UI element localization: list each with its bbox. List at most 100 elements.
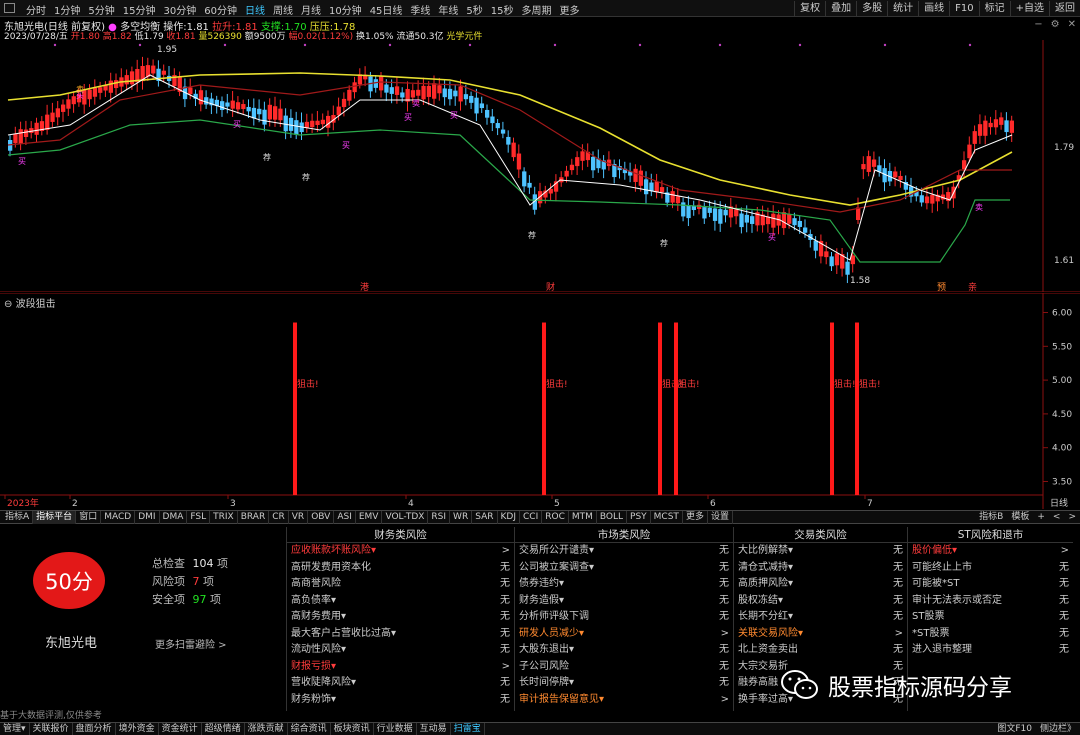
indicator-tab[interactable]: 窗口 bbox=[76, 511, 102, 524]
more-scan-link[interactable]: 更多扫雷避险 > bbox=[155, 636, 227, 651]
period-tab[interactable]: 60分钟 bbox=[200, 2, 241, 17]
risk-item[interactable]: 研发人员减少▾ > bbox=[515, 626, 733, 643]
period-tab[interactable]: 10分钟 bbox=[325, 2, 366, 17]
risk-item[interactable]: 审计无法表示或否定 无 bbox=[908, 593, 1073, 610]
risk-item[interactable]: 进入退市整理 无 bbox=[908, 642, 1073, 659]
indicator-tab[interactable]: BOLL bbox=[597, 511, 628, 524]
risk-item[interactable]: 高负债率▾ 无 bbox=[287, 593, 514, 610]
event-label[interactable]: 港 bbox=[360, 281, 369, 292]
period-tab[interactable]: 30分钟 bbox=[159, 2, 200, 17]
indicator-bar-control[interactable]: 模板 bbox=[1011, 511, 1029, 524]
indicator-tab[interactable]: TRIX bbox=[210, 511, 238, 524]
risk-item[interactable]: 审计报告保留意见▾ > bbox=[515, 692, 733, 709]
risk-item[interactable]: 财报亏损▾ > bbox=[287, 659, 514, 676]
indicator-tab[interactable]: DMA bbox=[160, 511, 188, 524]
indicator-tab[interactable]: WR bbox=[450, 511, 473, 524]
indicator-tab[interactable]: FSL bbox=[187, 511, 211, 524]
indicator-tab[interactable]: ROC bbox=[542, 511, 569, 524]
event-label[interactable]: 财 bbox=[546, 281, 555, 292]
indicator-tab[interactable]: CR bbox=[269, 511, 289, 524]
bottom-tab[interactable]: 超级情绪 bbox=[202, 723, 245, 735]
risk-item[interactable]: 股权冻结▾ 无 bbox=[734, 593, 907, 610]
risk-item[interactable]: 大比例解禁▾ 无 bbox=[734, 543, 907, 560]
risk-item[interactable]: 股价偏低▾ > bbox=[908, 543, 1073, 560]
indicator-bar-control[interactable]: 指标B bbox=[979, 511, 1003, 524]
indicator-tab[interactable]: 设置 bbox=[708, 511, 733, 524]
tool-button[interactable]: 复权 bbox=[794, 1, 825, 16]
risk-item[interactable]: 高财务费用▾ 无 bbox=[287, 609, 514, 626]
indicator-tab[interactable]: 更多 bbox=[683, 511, 708, 524]
risk-item[interactable]: 债券违约▾ 无 bbox=[515, 576, 733, 593]
indicator-tab[interactable]: ASI bbox=[334, 511, 356, 524]
risk-item[interactable]: 高质押风险▾ 无 bbox=[734, 576, 907, 593]
indicator-tab[interactable]: 指标平台 bbox=[33, 511, 77, 524]
bottom-tab[interactable]: 扫雷宝 bbox=[451, 723, 485, 735]
indicator-tab[interactable]: VR bbox=[289, 511, 309, 524]
indicator-tab[interactable]: 指标A bbox=[2, 511, 34, 524]
tool-button[interactable]: 标记 bbox=[978, 1, 1010, 16]
risk-item[interactable]: ST股票 无 bbox=[908, 609, 1073, 626]
bottom-tab[interactable]: 板块资讯 bbox=[331, 723, 374, 735]
risk-item[interactable]: 大股东退出▾ 无 bbox=[515, 642, 733, 659]
candlestick-chart[interactable]: 买买买买买 买买荐荐荐荐卖卖卖 1.79 1.61 1.95 1.58 港 财 预… bbox=[0, 40, 1080, 292]
risk-item[interactable]: 应收账款坏账风险▾ > bbox=[287, 543, 514, 560]
indicator-tab[interactable]: PSY bbox=[627, 511, 651, 524]
period-tab[interactable]: 5秒 bbox=[462, 2, 486, 17]
indicator-bar-control[interactable]: > bbox=[1068, 511, 1076, 524]
risk-item[interactable]: 关联交易风险▾ > bbox=[734, 626, 907, 643]
bottom-tab[interactable]: 行业数据 bbox=[374, 723, 417, 735]
risk-item[interactable]: 营收陡降风险▾ 无 bbox=[287, 675, 514, 692]
risk-item[interactable]: 高研发费用资本化 无 bbox=[287, 560, 514, 577]
settings-gear-icon[interactable]: ⚙ bbox=[1051, 19, 1060, 30]
period-tab[interactable]: 日线 bbox=[241, 2, 269, 17]
indicator-tab[interactable]: MCST bbox=[651, 511, 683, 524]
period-tab[interactable]: 1分钟 bbox=[50, 2, 84, 17]
indicator-tab[interactable]: KDJ bbox=[498, 511, 520, 524]
indicator-tab[interactable]: MACD bbox=[101, 511, 136, 524]
indicator-bar-control[interactable]: < bbox=[1053, 511, 1061, 524]
bottom-tab[interactable]: 资金统计 bbox=[159, 723, 202, 735]
indicator-tab[interactable]: VOL-TDX bbox=[382, 511, 429, 524]
risk-item[interactable]: 财务粉饰▾ 无 bbox=[287, 692, 514, 709]
bottom-tab[interactable]: 境外资金 bbox=[116, 723, 159, 735]
bottom-tab[interactable]: 关联报价 bbox=[30, 723, 73, 735]
risk-item[interactable]: 高商誉风险 无 bbox=[287, 576, 514, 593]
risk-item[interactable]: 最大客户占营收比过高▾ 无 bbox=[287, 626, 514, 643]
risk-item[interactable]: 财务造假▾ 无 bbox=[515, 593, 733, 610]
period-tab[interactable]: 月线 bbox=[297, 2, 325, 17]
period-tab[interactable]: 更多 bbox=[556, 2, 584, 17]
indicator-bar-control[interactable]: + bbox=[1037, 511, 1045, 524]
indicator-tab[interactable]: SAR bbox=[472, 511, 498, 524]
event-label[interactable]: 预 bbox=[937, 282, 946, 292]
bottom-tab[interactable]: 互动易 bbox=[417, 723, 451, 735]
risk-item[interactable]: 交易所公开谴责▾ 无 bbox=[515, 543, 733, 560]
indicator-tab[interactable]: BRAR bbox=[238, 511, 270, 524]
tool-button[interactable]: F10 bbox=[949, 1, 978, 16]
sniper-bar-chart[interactable]: 6.005.505.004.504.003.50 狙击! 狙击! 狙击!狙击! 狙击!… bbox=[0, 293, 1080, 509]
tool-button[interactable]: 统计 bbox=[887, 1, 918, 16]
indicator-tab[interactable]: CCI bbox=[520, 511, 543, 524]
zoom-out-icon[interactable]: − bbox=[1034, 19, 1042, 30]
period-tab[interactable]: 15分钟 bbox=[119, 2, 160, 17]
tool-button[interactable]: 多股 bbox=[856, 1, 887, 16]
risk-item[interactable]: 流动性风险▾ 无 bbox=[287, 642, 514, 659]
indicator-tab[interactable]: MTM bbox=[569, 511, 597, 524]
tool-button[interactable]: +自选 bbox=[1009, 1, 1049, 16]
bottom-right-link[interactable]: 侧边栏》 bbox=[1040, 723, 1076, 735]
tool-button[interactable]: 返回 bbox=[1049, 1, 1080, 16]
close-icon[interactable]: ✕ bbox=[1068, 19, 1076, 30]
risk-item[interactable]: 子公司风险 无 bbox=[515, 659, 733, 676]
risk-item[interactable]: 北上资金卖出 无 bbox=[734, 642, 907, 659]
bottom-tab[interactable]: 管理▾ bbox=[0, 723, 30, 735]
risk-item[interactable]: 长期不分红▾ 无 bbox=[734, 609, 907, 626]
bottom-tab[interactable]: 综合资讯 bbox=[288, 723, 331, 735]
period-tab[interactable]: 分时 bbox=[22, 2, 50, 17]
period-tab[interactable]: 季线 bbox=[406, 2, 434, 17]
risk-item[interactable]: 可能终止上市 无 bbox=[908, 560, 1073, 577]
indicator-tab[interactable]: OBV bbox=[308, 511, 335, 524]
window-menu-icon[interactable] bbox=[4, 3, 15, 13]
risk-item[interactable]: *ST股票 无 bbox=[908, 626, 1073, 643]
bottom-right-link[interactable]: 图文F10 bbox=[997, 723, 1032, 735]
period-tab[interactable]: 15秒 bbox=[487, 2, 518, 17]
risk-item[interactable]: 公司被立案调查▾ 无 bbox=[515, 560, 733, 577]
